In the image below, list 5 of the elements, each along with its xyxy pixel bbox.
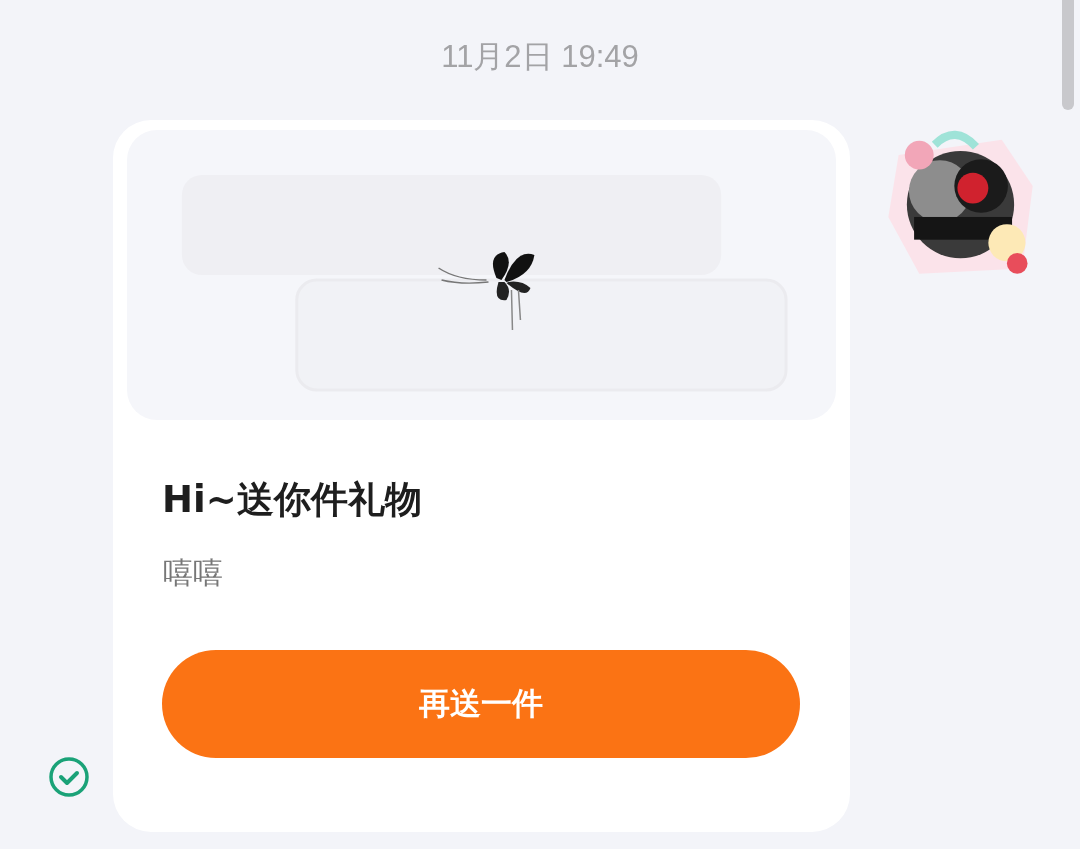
gift-message: 嘻嘻 — [163, 554, 224, 592]
gift-title: Hi~送你件礼物 — [162, 477, 423, 523]
send-another-button[interactable]: 再送一件 — [162, 650, 800, 758]
scrollbar[interactable] — [1062, 0, 1074, 110]
message-timestamp: 11月2日 19:49 — [441, 38, 639, 76]
